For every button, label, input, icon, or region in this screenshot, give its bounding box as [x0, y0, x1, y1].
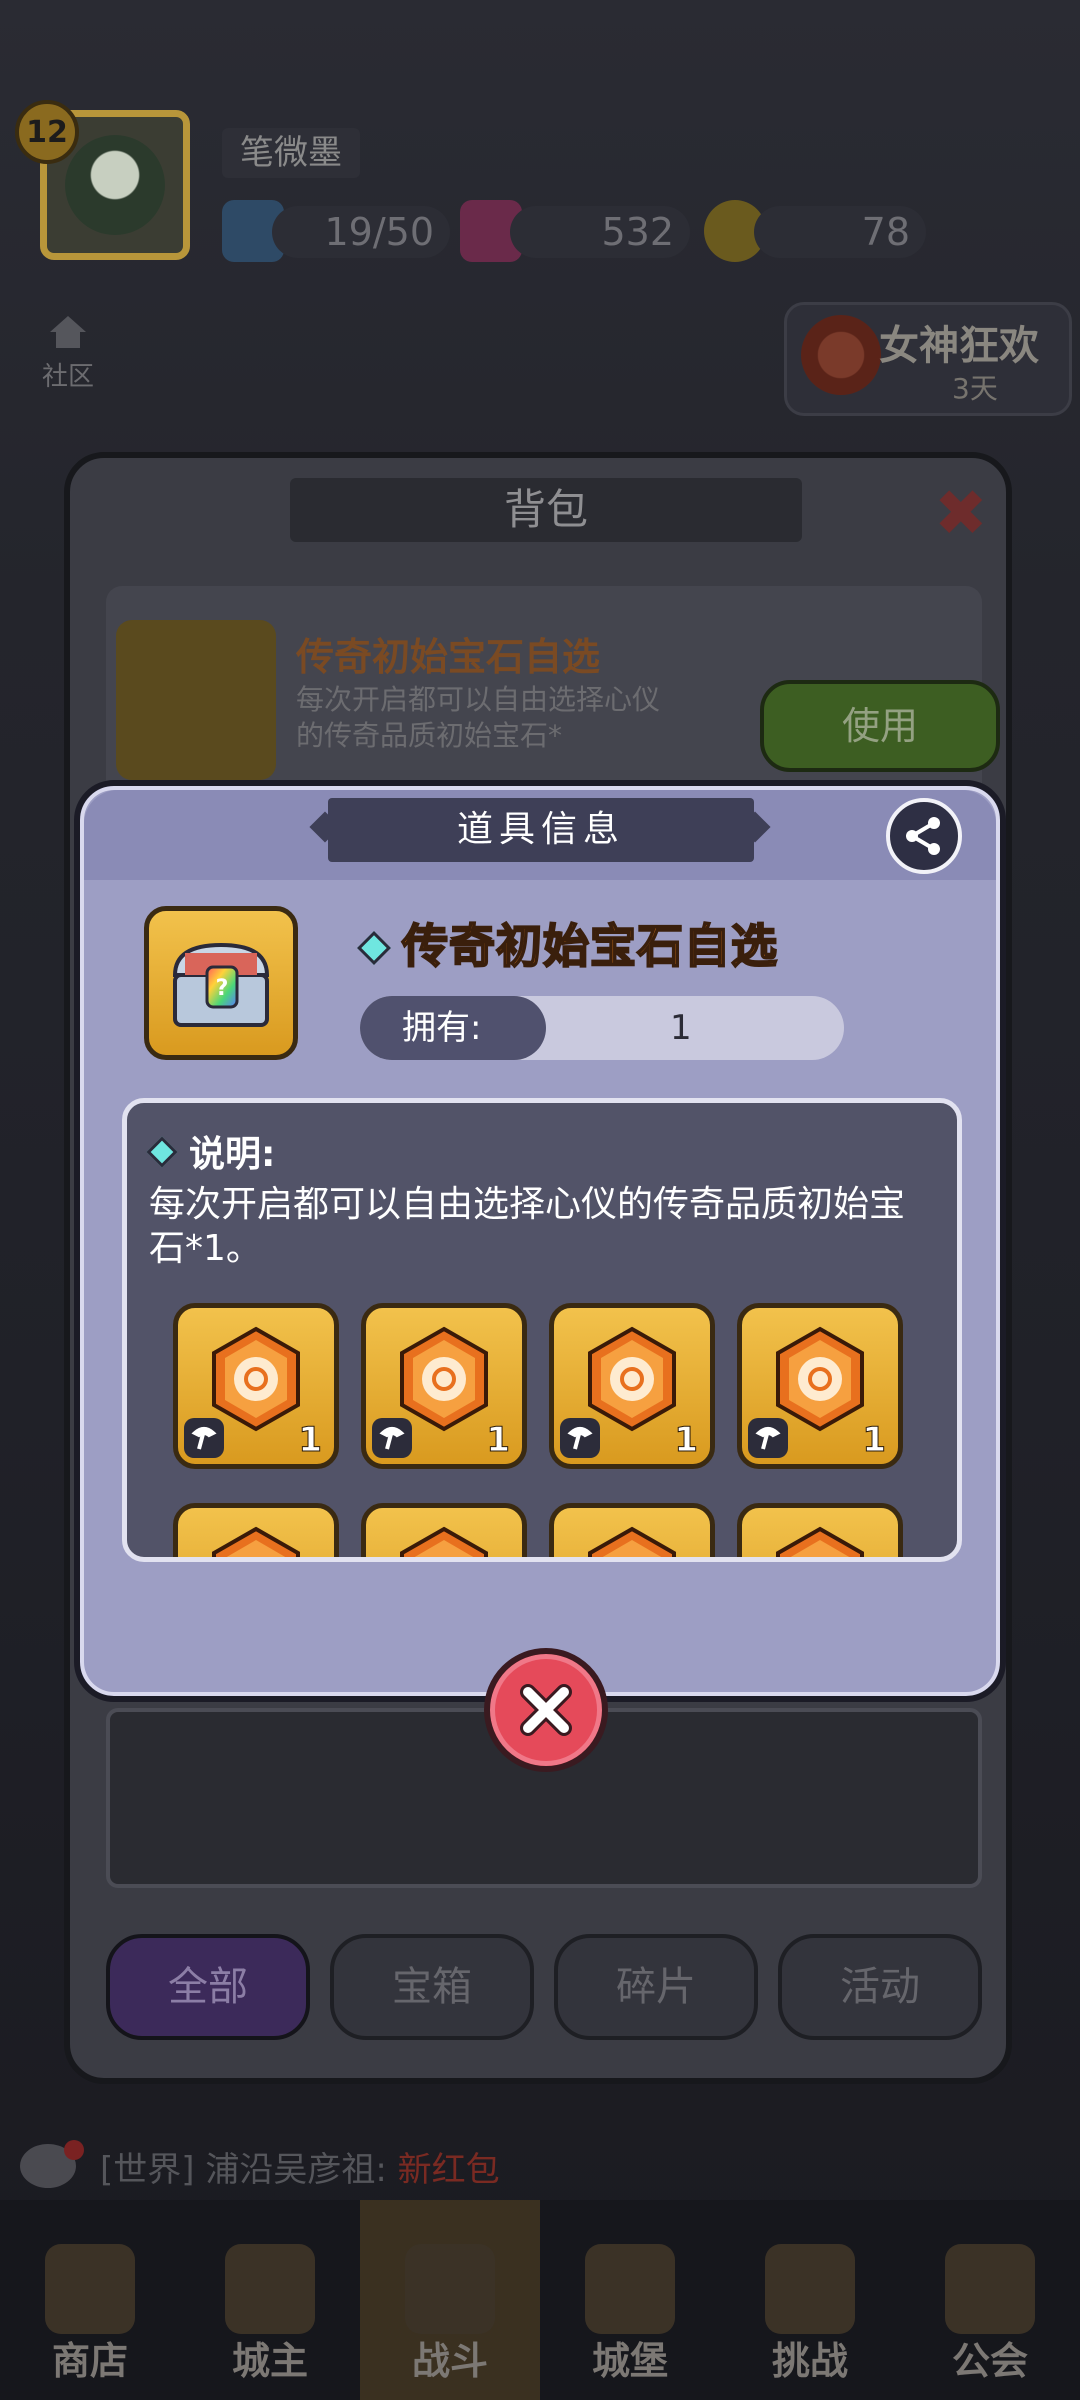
item-chest-icon: ? [144, 906, 298, 1060]
gem-reward-cell[interactable]: 1 [173, 1303, 339, 1469]
legendary-gem-icon [588, 1326, 676, 1432]
item-info-modal: 道具信息 ? 传奇初始宝石自选 拥有: 1 说明: 每次开启都可以自由选择心仪的… [74, 780, 1006, 1772]
legendary-gem-icon [776, 1526, 864, 1557]
pickaxe-icon [567, 1427, 593, 1450]
gem-type-tag [560, 1418, 600, 1458]
legendary-gem-icon [212, 1526, 300, 1557]
owned-value: 1 [670, 1008, 692, 1048]
share-icon [906, 817, 940, 855]
pickaxe-icon [755, 1427, 781, 1450]
legendary-gem-icon [212, 1326, 300, 1432]
owned-label: 拥有: [360, 996, 546, 1060]
modal-close-button[interactable] [484, 1648, 608, 1772]
gem-quantity: 1 [674, 1420, 699, 1461]
gem-reward-cell[interactable] [549, 1503, 715, 1557]
share-button[interactable] [886, 798, 962, 874]
description-text: 每次开启都可以自由选择心仪的传奇品质初始宝石*1。 [149, 1184, 906, 1269]
legendary-gem-icon [776, 1326, 864, 1432]
gem-reward-grid: 1 1 1 1 [173, 1303, 933, 1557]
legendary-gem-icon [400, 1526, 488, 1557]
legendary-gem-icon [400, 1326, 488, 1432]
item-name: 传奇初始宝石自选 [401, 918, 778, 974]
gem-type-tag [372, 1418, 412, 1458]
gem-quantity: 1 [862, 1420, 887, 1461]
gem-quantity: 1 [298, 1420, 323, 1461]
close-icon [520, 1684, 572, 1736]
modal-title-bar: 道具信息 [328, 798, 754, 862]
gem-reward-cell[interactable] [361, 1503, 527, 1557]
svg-text:?: ? [216, 976, 229, 1001]
gem-reward-cell[interactable] [173, 1503, 339, 1557]
owned-count-bar: 拥有: 1 [360, 996, 844, 1060]
modal-title: 道具信息 [456, 809, 625, 850]
gem-quantity: 1 [486, 1420, 511, 1461]
pickaxe-icon [191, 1427, 217, 1450]
legendary-gem-icon [588, 1526, 676, 1557]
gem-reward-cell[interactable] [737, 1503, 903, 1557]
desc-diamond-icon [146, 1136, 178, 1168]
gem-reward-cell[interactable]: 1 [549, 1303, 715, 1469]
rainbow-chest-icon: ? [172, 942, 270, 1027]
gem-reward-cell[interactable]: 1 [361, 1303, 527, 1469]
gem-type-tag [184, 1418, 224, 1458]
description-title: 说明: [189, 1134, 276, 1175]
gem-reward-cell[interactable]: 1 [737, 1303, 903, 1469]
gem-type-tag [748, 1418, 788, 1458]
description-box[interactable]: 说明: 每次开启都可以自由选择心仪的传奇品质初始宝石*1。 1 1 1 1 [122, 1098, 962, 1562]
name-diamond-icon [357, 931, 391, 965]
pickaxe-icon [379, 1427, 405, 1450]
